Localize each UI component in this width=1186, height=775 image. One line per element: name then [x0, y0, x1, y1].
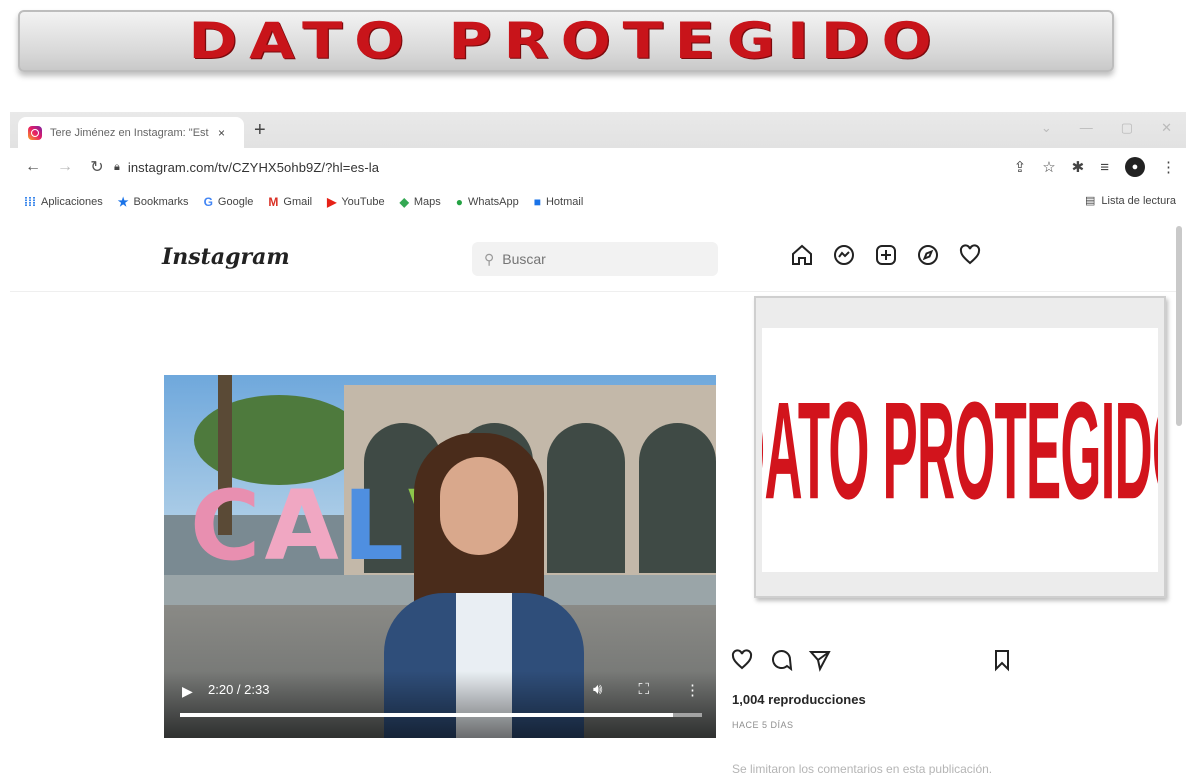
bookmark-youtube[interactable]: ▶ YouTube — [327, 195, 384, 209]
bookmark-label: Aplicaciones — [41, 196, 103, 208]
maximize-icon[interactable]: ▢ — [1121, 120, 1133, 136]
bookmark-label: YouTube — [341, 196, 385, 208]
reload-icon[interactable]: ↻ — [88, 157, 106, 177]
video-progress-fill — [180, 713, 673, 717]
share-icon[interactable]: ⇪ — [1014, 158, 1027, 176]
instagram-logo[interactable]: Instagram — [162, 244, 290, 270]
extensions-icon[interactable]: ✱ — [1072, 158, 1085, 176]
post-actions — [730, 648, 1030, 676]
activity-heart-icon[interactable] — [958, 243, 982, 267]
reading-queue-icon[interactable]: ≡ — [1100, 159, 1109, 176]
chevron-down-icon[interactable]: ⌄ — [1041, 120, 1052, 136]
minimize-icon[interactable]: — — [1080, 120, 1093, 136]
instagram-nav — [790, 243, 982, 267]
comment-icon[interactable] — [770, 648, 794, 672]
bookmark-whatsapp[interactable]: ● WhatsApp — [456, 195, 519, 209]
close-tab-icon[interactable]: × — [218, 126, 225, 140]
apps-icon: ⁞⁞⁞ — [24, 195, 36, 209]
tab-title: Tere Jiménez en Instagram: "Est — [50, 126, 209, 139]
address-bar[interactable]: 🔒︎ instagram.com/tv/CZYHX5ohb9Z/?hl=es-l… — [114, 154, 994, 180]
menu-kebab-icon[interactable]: ⋮ — [1161, 158, 1176, 176]
comments-limited-notice: Se limitaron los comentarios en esta pub… — [732, 762, 993, 775]
video-player[interactable]: CALVI ▶ 2:20 / 2:33 🔊︎ ⛶ ⋮ — [164, 375, 716, 738]
bookmark-label: Gmail — [283, 196, 313, 208]
tab-instagram[interactable]: Tere Jiménez en Instagram: "Est × — [18, 117, 244, 148]
more-options-icon[interactable]: ⋮ — [685, 681, 700, 699]
hotmail-icon: ■ — [533, 195, 541, 209]
sign-letter: A — [264, 470, 339, 582]
toolbar-actions: ⇪ ☆ ✱ ≡ ● ⋮ — [1014, 157, 1176, 177]
explore-icon[interactable] — [916, 243, 940, 267]
messenger-icon[interactable] — [832, 243, 856, 267]
bookmark-maps[interactable]: ◆ Maps — [400, 195, 441, 209]
search-icon: ⚲ — [484, 250, 495, 267]
back-arrow-icon[interactable]: ← — [24, 158, 42, 176]
bookmark-label: Google — [217, 196, 254, 208]
page-scrollbar[interactable] — [1176, 226, 1182, 426]
post-date: HACE 5 DÍAS — [732, 720, 794, 730]
whatsapp-icon: ● — [455, 195, 463, 209]
redaction-text: DATO PROTEGIDO — [762, 372, 1158, 528]
new-post-icon[interactable] — [874, 243, 898, 267]
redaction-text: DATO PROTEGIDO — [188, 12, 944, 70]
like-heart-icon[interactable] — [730, 648, 754, 672]
home-icon[interactable] — [790, 243, 814, 267]
close-window-icon[interactable]: ✕ — [1161, 120, 1172, 136]
fullscreen-icon[interactable]: ⛶ — [638, 681, 649, 699]
bookmark-star-icon[interactable]: ☆ — [1042, 158, 1055, 176]
play-icon[interactable]: ▶ — [182, 683, 193, 700]
video-control-buttons: 🔊︎ ⛶ ⋮ — [593, 681, 700, 699]
video-controls: ▶ 2:20 / 2:33 🔊︎ ⛶ ⋮ — [164, 671, 716, 738]
google-icon: G — [203, 195, 213, 209]
star-icon: ★ — [117, 195, 129, 209]
instagram-header: Instagram ⚲ — [10, 226, 1176, 292]
redaction-banner-top: DATO PROTEGIDO — [18, 10, 1114, 72]
maps-icon: ◆ — [399, 195, 409, 209]
bookmarks-bar: ⁞⁞⁞ Aplicaciones ★ Bookmarks G Google M … — [10, 190, 1186, 214]
search-input[interactable] — [502, 251, 683, 267]
bookmark-hotmail[interactable]: ■ Hotmail — [534, 195, 584, 209]
window-controls: ⌄ — ▢ ✕ — [1041, 120, 1172, 136]
lock-icon[interactable]: 🔒︎ — [114, 161, 120, 174]
search-box[interactable]: ⚲ — [472, 242, 718, 276]
bookmark-label: Hotmail — [545, 196, 584, 208]
video-time: 2:20 / 2:33 — [208, 682, 270, 697]
share-send-icon[interactable] — [808, 648, 832, 672]
speaker-face — [440, 457, 518, 555]
reading-list-label: Lista de lectura — [1101, 194, 1176, 207]
bookmark-label: Bookmarks — [133, 196, 189, 208]
tab-strip: Tere Jiménez en Instagram: "Est × + ⌄ — … — [10, 112, 1186, 148]
bookmark-gmail[interactable]: M Gmail — [268, 195, 312, 209]
redaction-inner: DATO PROTEGIDO — [762, 328, 1158, 572]
youtube-icon: ▶ — [327, 195, 337, 209]
bookmark-bookmarks[interactable]: ★ Bookmarks — [118, 195, 189, 209]
forward-arrow-icon[interactable]: → — [56, 158, 74, 176]
arch — [638, 423, 716, 573]
redaction-banner-side: DATO PROTEGIDO — [754, 296, 1166, 598]
reading-list-button[interactable]: ▤ Lista de lectura — [1084, 194, 1176, 208]
video-progress-bar[interactable] — [180, 713, 702, 717]
save-bookmark-icon[interactable] — [990, 648, 1014, 672]
browser-toolbar: ← → ↻ 🔒︎ instagram.com/tv/CZYHX5ohb9Z/?h… — [10, 148, 1186, 186]
url-text[interactable]: instagram.com/tv/CZYHX5ohb9Z/?hl=es-la — [128, 160, 379, 175]
view-count: 1,004 reproducciones — [732, 692, 866, 707]
sign-letter: C — [190, 470, 261, 582]
profile-avatar-icon[interactable]: ● — [1125, 157, 1145, 177]
bookmark-label: Maps — [413, 196, 441, 208]
bookmark-aplicaciones[interactable]: ⁞⁞⁞ Aplicaciones — [24, 195, 103, 209]
gmail-icon: M — [268, 195, 279, 209]
bookmark-google[interactable]: G Google — [204, 195, 254, 209]
bookmark-label: WhatsApp — [467, 196, 519, 208]
new-tab-button[interactable]: + — [254, 119, 266, 142]
volume-icon[interactable]: 🔊︎ — [593, 681, 602, 699]
instagram-favicon-icon — [28, 125, 42, 140]
reading-list-icon: ▤ — [1084, 195, 1096, 207]
